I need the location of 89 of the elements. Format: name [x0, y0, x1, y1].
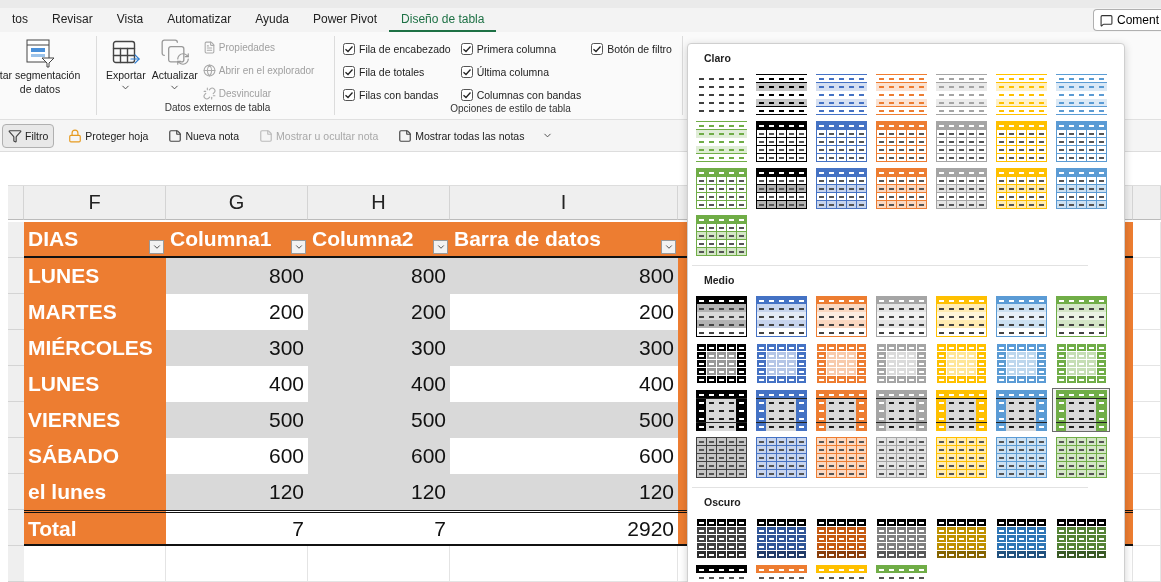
column-letter[interactable]: I	[450, 186, 678, 220]
notes-icon	[398, 128, 413, 143]
total-cell: 7	[308, 510, 450, 546]
section-title: Oscuro	[703, 495, 742, 510]
value-cell: 400	[308, 366, 450, 402]
caret-icon	[435, 242, 446, 252]
filter-dropdown-button[interactable]	[291, 240, 306, 254]
filter-icon	[8, 128, 22, 143]
ribbon-tab[interactable]: Ayuda	[243, 8, 301, 32]
caret-icon	[663, 242, 674, 252]
empty-cell	[1133, 330, 1161, 366]
empty-cell	[1133, 366, 1161, 402]
filter-dropdown-button[interactable]	[149, 240, 164, 254]
value-cell: 800	[308, 258, 450, 294]
slicer-icon	[25, 38, 55, 68]
value-cell: 600	[308, 438, 450, 474]
empty-cell	[1133, 294, 1161, 330]
ribbon-tab[interactable]: tos	[0, 8, 40, 32]
value-cell: 300	[450, 330, 678, 366]
column-header: DIAS	[24, 222, 166, 258]
value-cell: 120	[308, 474, 450, 510]
style-option-checkbox[interactable]: Filas con bandas	[343, 86, 439, 103]
value-cell: 500	[450, 402, 678, 438]
day-cell: LUNES	[24, 366, 166, 402]
style-option-checkbox[interactable]: Fila de encabezado	[343, 40, 451, 57]
empty-cell	[1133, 258, 1161, 294]
style-option-checkbox[interactable]: Última columna	[460, 63, 549, 80]
empty-cell	[1133, 402, 1161, 438]
unlink-icon	[202, 86, 216, 100]
caret-icon	[151, 242, 162, 252]
style-option-checkbox[interactable]: Columnas con bandas	[460, 86, 582, 103]
day-cell: SÁBADO	[24, 438, 166, 474]
day-cell: MARTES	[24, 294, 166, 330]
section-title: Claro	[703, 51, 732, 66]
value-cell: 800	[450, 258, 678, 294]
total-cell: 7	[166, 510, 308, 546]
properties-icon	[202, 40, 216, 54]
group-label: Datos externos de tabla	[164, 102, 271, 115]
empty-cell	[1133, 510, 1161, 546]
value-cell: 300	[166, 330, 308, 366]
filter-dropdown-button[interactable]	[661, 240, 676, 254]
protect-button[interactable]: Proteger hoja	[62, 123, 155, 148]
note-icon	[168, 128, 183, 143]
column-letter[interactable]: H	[308, 186, 450, 220]
refresh-icon	[159, 38, 190, 68]
export-button[interactable]: Exportar	[105, 36, 147, 95]
ribbon-tab[interactable]: Power Pivot	[301, 8, 390, 32]
column-header: Columna2	[308, 222, 450, 258]
empty-cell	[1133, 474, 1161, 510]
filter-button[interactable]: Filtro	[2, 123, 55, 148]
value-cell: 120	[166, 474, 308, 510]
style-option-checkbox[interactable]: Botón de filtro	[591, 40, 672, 57]
day-cell: MIÉRCOLES	[24, 330, 166, 366]
ribbon-tab[interactable]: Automatizar	[155, 8, 244, 32]
empty-cell	[1133, 222, 1161, 258]
ribbon-tab[interactable]: Vista	[104, 8, 156, 32]
new-note-button[interactable]: Nueva nota	[162, 123, 246, 148]
globe-icon	[202, 63, 216, 77]
all-notes-button[interactable]: Mostrar todas las notas	[392, 123, 531, 148]
note-icon	[259, 128, 274, 143]
lock-icon	[68, 128, 83, 143]
section-title: Medio	[703, 273, 736, 288]
comments-button[interactable]: Coment	[1092, 9, 1161, 31]
day-cell: VIERNES	[24, 402, 166, 438]
value-cell: 200	[308, 294, 450, 330]
day-cell: el lunes	[24, 474, 166, 510]
ribbon-tab[interactable]: Revisar	[40, 8, 105, 32]
caret-icon	[293, 242, 304, 252]
column-header: Barra de datos	[450, 222, 678, 258]
column-letter[interactable]: G	[166, 186, 308, 220]
value-cell: 120	[450, 474, 678, 510]
value-cell: 500	[308, 402, 450, 438]
total-label: Total	[24, 510, 166, 546]
table-style-thumbnail[interactable]	[1052, 388, 1110, 432]
total-cell: 2920	[450, 510, 678, 546]
value-cell: 500	[166, 402, 308, 438]
column-letter[interactable]: F	[24, 186, 166, 220]
group-label: Opciones de estilo de tabla	[450, 103, 571, 115]
empty-cell	[1133, 438, 1161, 474]
insert-slicer-button[interactable]: tar segmentación de datos	[0, 36, 88, 98]
filter-dropdown-button[interactable]	[433, 240, 448, 254]
day-cell: LUNES	[24, 258, 166, 294]
style-option-checkbox[interactable]: Fila de totales	[343, 63, 425, 80]
comment-icon	[1099, 13, 1113, 27]
value-cell: 300	[308, 330, 450, 366]
column-header: Columna1	[166, 222, 308, 258]
refresh-button[interactable]: Actualizar	[150, 36, 199, 95]
style-option-checkbox[interactable]: Primera columna	[460, 40, 557, 57]
value-cell: 800	[166, 258, 308, 294]
